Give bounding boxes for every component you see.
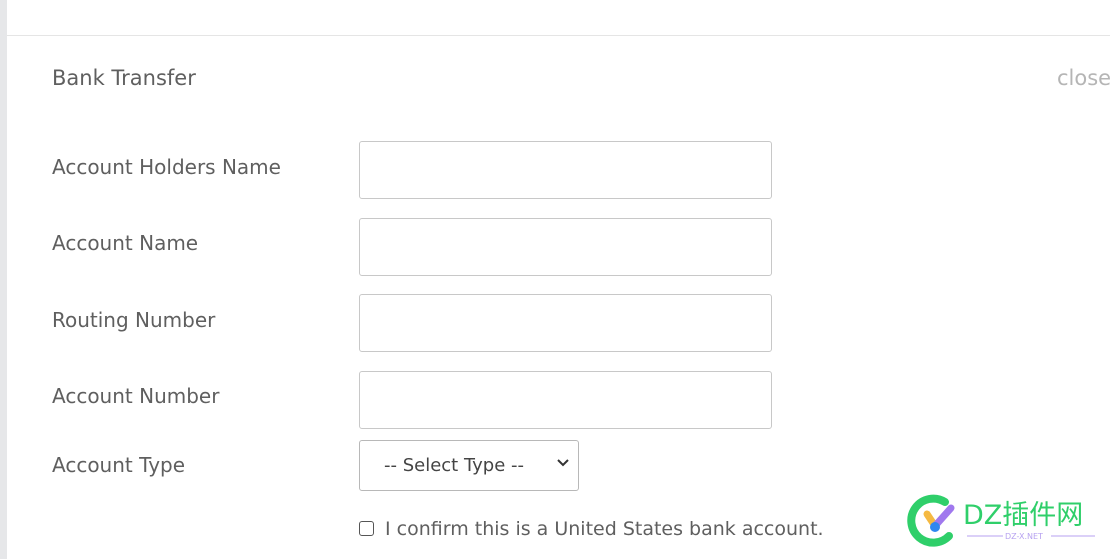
confirm-us-account-checkbox[interactable]: [359, 521, 374, 536]
watermark-text: DZ插件网: [963, 500, 1083, 531]
account-name-input[interactable]: [359, 218, 772, 276]
account-holders-name-input[interactable]: [359, 141, 772, 199]
watermark-logo: DZ插件网 DZ-X.NET: [905, 490, 1105, 550]
modal-title: Bank Transfer: [52, 66, 196, 90]
left-edge: [0, 0, 7, 559]
watermark-subtext: DZ-X.NET: [1005, 532, 1043, 541]
account-type-select[interactable]: -- Select Type --: [359, 440, 579, 491]
divider: [7, 35, 1110, 36]
account-name-label: Account Name: [52, 231, 199, 255]
account-number-label: Account Number: [52, 384, 220, 408]
account-type-selected: -- Select Type --: [384, 455, 525, 476]
account-type-label: Account Type: [52, 453, 186, 477]
routing-number-label: Routing Number: [52, 308, 216, 332]
account-holders-name-label: Account Holders Name: [52, 155, 281, 179]
close-button[interactable]: close: [1057, 66, 1110, 90]
account-number-input[interactable]: [359, 371, 772, 429]
chevron-down-icon: [556, 455, 570, 473]
routing-number-input[interactable]: [359, 294, 772, 352]
confirm-us-account-label: I confirm this is a United States bank a…: [385, 518, 824, 540]
